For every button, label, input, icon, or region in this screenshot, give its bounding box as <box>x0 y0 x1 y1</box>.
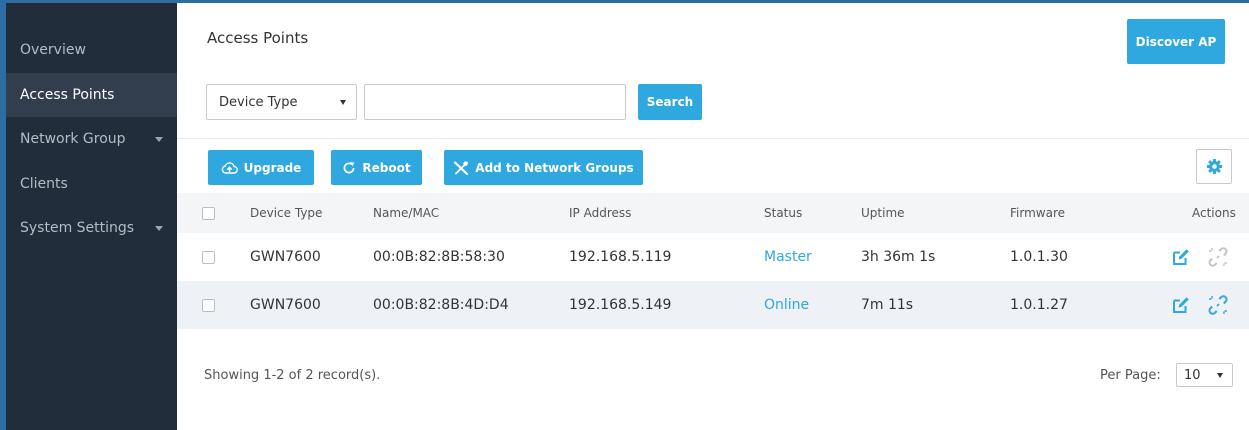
row-checkbox-cell <box>202 233 215 281</box>
upgrade-button[interactable]: Upgrade <box>208 150 314 185</box>
firmware-cell: 1.0.1.30 <box>1010 249 1068 265</box>
per-page-value: 10 <box>1184 367 1201 383</box>
sidebar-item-system-settings[interactable]: System Settings <box>6 206 177 250</box>
column-header-actions: Actions <box>1192 206 1236 220</box>
sidebar-item-label: Access Points <box>20 87 115 103</box>
row-checkbox[interactable] <box>202 250 215 264</box>
unlink-icon[interactable] <box>1207 294 1229 316</box>
add-to-network-groups-button[interactable]: Add to Network Groups <box>444 150 643 185</box>
search-input[interactable] <box>364 84 626 120</box>
status-link[interactable]: Master <box>764 233 812 281</box>
column-header-ip-address[interactable]: IP Address <box>569 193 631 233</box>
discover-ap-button[interactable]: Discover AP <box>1127 19 1225 64</box>
row-checkbox[interactable] <box>202 298 215 312</box>
sidebar-item-clients[interactable]: Clients <box>6 162 177 206</box>
search-button[interactable]: Search <box>638 84 702 120</box>
dropdown-arrow-icon <box>1217 373 1223 378</box>
divider <box>177 138 1249 139</box>
ip-cell: 192.168.5.119 <box>569 249 672 265</box>
refresh-icon <box>343 161 355 173</box>
select-all-checkbox[interactable] <box>202 206 215 220</box>
sidebar-item-overview[interactable]: Overview <box>6 28 177 72</box>
upgrade-label: Upgrade <box>243 160 302 175</box>
reboot-label: Reboot <box>362 160 411 175</box>
reboot-button[interactable]: Reboot <box>331 150 422 185</box>
column-header-uptime[interactable]: Uptime <box>861 193 905 233</box>
table-header: Device Type Name/MAC IP Address Status U… <box>177 193 1249 233</box>
table-row[interactable]: GWN7600 00:0B:82:8B:58:30 192.168.5.119 … <box>177 233 1249 281</box>
per-page-label: Per Page: <box>1100 368 1161 383</box>
device-type-cell: GWN7600 <box>250 249 321 265</box>
discover-ap-label: Discover AP <box>1135 34 1217 49</box>
column-header-device-type[interactable]: Device Type <box>250 193 322 233</box>
device-type-cell: GWN7600 <box>250 297 321 313</box>
uptime-cell: 7m 11s <box>861 297 914 313</box>
sidebar-item-label: Overview <box>20 42 86 58</box>
sidebar-item-access-points[interactable]: Access Points <box>6 73 177 117</box>
page-title: Access Points <box>207 29 309 47</box>
record-count-text: Showing 1-2 of 2 record(s). <box>204 368 381 383</box>
sidebar-item-label: Network Group <box>20 131 126 147</box>
sidebar: Overview Access Points Network Group Cli… <box>6 3 177 430</box>
sidebar-item-label: System Settings <box>20 220 135 236</box>
unlink-action[interactable] <box>1207 233 1229 281</box>
dropdown-arrow-icon <box>340 100 346 105</box>
tools-icon <box>454 160 469 175</box>
device-type-value: Device Type <box>219 94 298 110</box>
chevron-down-icon <box>155 137 163 142</box>
select-all-checkbox-cell <box>202 193 215 233</box>
chevron-down-icon <box>155 226 163 231</box>
column-header-firmware[interactable]: Firmware <box>1010 193 1065 233</box>
table-row[interactable]: GWN7600 00:0B:82:8B:4D:D4 192.168.5.149 … <box>177 281 1249 329</box>
mac-cell: 00:0B:82:8B:4D:D4 <box>373 297 509 313</box>
sidebar-item-network-group[interactable]: Network Group <box>6 117 177 161</box>
add-to-network-groups-label: Add to Network Groups <box>475 160 634 175</box>
mac-cell: 00:0B:82:8B:58:30 <box>373 249 505 265</box>
unlink-icon[interactable] <box>1207 246 1229 268</box>
per-page-select[interactable]: 10 <box>1176 363 1233 387</box>
settings-button[interactable] <box>1196 149 1232 184</box>
search-button-label: Search <box>646 95 694 109</box>
status-link[interactable]: Online <box>764 281 809 329</box>
cloud-upload-icon <box>221 161 238 174</box>
row-checkbox-cell <box>202 281 215 329</box>
gear-icon <box>1206 158 1222 175</box>
ip-cell: 192.168.5.149 <box>569 297 672 313</box>
column-header-status[interactable]: Status <box>764 193 802 233</box>
sidebar-item-label: Clients <box>20 176 68 192</box>
main-content: Access Points Discover AP Device Type Se… <box>177 3 1249 430</box>
firmware-cell: 1.0.1.27 <box>1010 297 1068 313</box>
edit-action[interactable] <box>1171 233 1191 281</box>
uptime-cell: 3h 36m 1s <box>861 249 936 265</box>
column-header-name-mac[interactable]: Name/MAC <box>373 193 439 233</box>
device-type-select[interactable]: Device Type <box>206 84 357 120</box>
unlink-action[interactable] <box>1207 281 1229 329</box>
edit-icon[interactable] <box>1171 295 1191 315</box>
edit-action[interactable] <box>1171 281 1191 329</box>
edit-icon[interactable] <box>1171 247 1191 267</box>
